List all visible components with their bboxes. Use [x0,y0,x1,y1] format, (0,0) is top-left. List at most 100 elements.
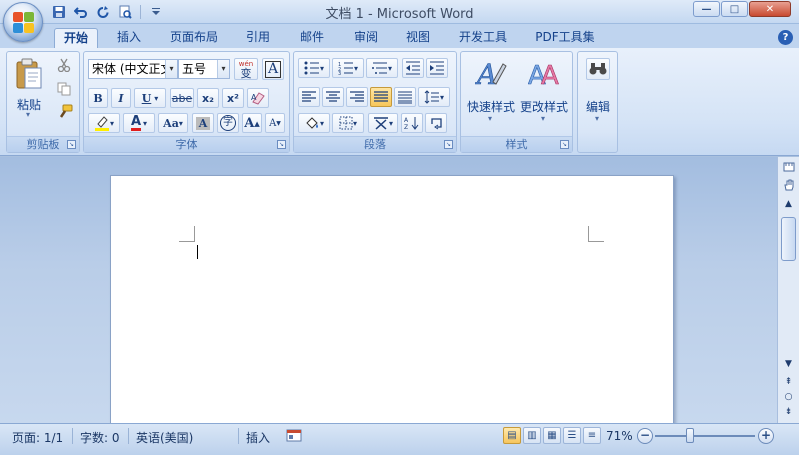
insert-mode[interactable]: 插入 [246,429,270,446]
tab-references[interactable]: 引用 [236,28,280,49]
font-name-select[interactable]: 宋体 (中文正文 ▾ [88,59,178,79]
bullets-button[interactable]: ▾ [298,58,330,78]
quick-styles-button[interactable]: A 快速样式 ▾ [465,56,517,132]
macro-record-icon[interactable] [286,428,302,446]
enclose-characters-button[interactable]: 字 [217,113,239,133]
crop-mark-top-right [588,226,604,242]
styles-dialog-launcher-icon[interactable]: ↘ [560,140,569,149]
font-color-button[interactable]: A ▾ [123,113,155,133]
language-status[interactable]: 英语(美国) [136,429,193,446]
tab-page-layout[interactable]: 页面布局 [160,28,228,49]
paragraph-dialog-launcher-icon[interactable]: ↘ [444,140,453,149]
paint-bucket-icon [306,117,318,129]
paste-icon [16,58,42,89]
editing-button[interactable]: 编辑 ▾ [580,56,616,146]
borders-button[interactable]: ▾ [332,113,364,133]
numbering-button[interactable]: 123 ▾ [332,58,364,78]
subscript-button[interactable]: x₂ [197,88,219,108]
chevron-down-icon: ▾ [319,118,324,128]
sort-button[interactable]: AZ [401,113,423,133]
shrink-font-button[interactable]: A ▼ [265,113,285,133]
scroll-down-icon[interactable]: ▼ [780,357,797,372]
cut-icon[interactable] [57,58,71,75]
zoom-slider-track[interactable] [655,435,755,437]
line-spacing-button[interactable]: ▾ [418,87,450,107]
change-case-button[interactable]: Aa ▾ [158,113,188,133]
align-left-button[interactable] [298,87,320,107]
page-count[interactable]: 页面: 1/1 [12,429,63,446]
change-styles-label: 更改样式 [519,100,568,114]
help-icon[interactable]: ? [778,30,793,45]
phonetic-guide-button[interactable]: wén 变 [234,58,258,80]
vertical-scrollbar[interactable]: ▲ ▼ ⇞ ○ ⇟ [777,157,799,423]
decrease-indent-button[interactable] [402,58,424,78]
tab-view[interactable]: 视图 [396,28,440,49]
align-center-button[interactable] [322,87,344,107]
scrollbar-thumb[interactable] [781,217,796,261]
change-styles-button[interactable]: A A 更改样式 ▾ [518,56,570,132]
text-highlight-button[interactable]: ▾ [88,113,120,133]
distributed-button[interactable] [394,87,416,107]
font-dialog-launcher-icon[interactable]: ↘ [277,140,286,149]
superscript-button[interactable]: x² [222,88,244,108]
previous-page-icon[interactable]: ⇞ [780,375,797,390]
draft-view-icon[interactable]: ≡ [583,427,601,444]
next-page-icon[interactable]: ⇟ [780,405,797,420]
close-button[interactable]: ✕ [749,1,791,17]
office-button[interactable] [3,2,43,42]
full-screen-reading-icon[interactable]: ▥ [523,427,541,444]
show-hide-marks-button[interactable] [425,113,447,133]
chinese-layout-button[interactable]: ▾ [368,113,398,133]
zoom-slider-thumb[interactable] [686,428,694,443]
increase-indent-button[interactable] [426,58,448,78]
tab-review[interactable]: 审阅 [344,28,388,49]
tab-home[interactable]: 开始 [54,28,98,49]
view-buttons: ▤ ▥ ▦ ☰ ≡ [503,427,601,444]
zoom-level[interactable]: 71% [606,429,633,443]
browse-object-icon[interactable]: ○ [780,390,797,405]
web-layout-icon[interactable]: ▦ [543,427,561,444]
print-layout-icon[interactable]: ▤ [503,427,521,444]
tab-pdf-tools[interactable]: PDF工具集 [527,28,603,49]
format-painter-icon[interactable] [57,104,73,123]
shading-button[interactable]: ▾ [298,113,330,133]
highlighter-icon [94,116,109,131]
chevron-down-icon: ▾ [109,118,114,128]
clipboard-dialog-launcher-icon[interactable]: ↘ [67,140,76,149]
hand-icon[interactable] [780,179,797,194]
binoculars-box [586,58,610,80]
ruler-toggle-icon[interactable] [780,161,797,176]
editing-group: 编辑 ▾ [577,51,618,153]
underline-button[interactable]: U ▾ [134,88,166,108]
tab-mailings[interactable]: 邮件 [290,28,334,49]
document-page[interactable] [110,175,674,435]
zoom-in-icon[interactable]: + [758,428,774,444]
paste-button[interactable]: 粘贴 ▾ [13,56,45,119]
window-title: 文档 1 - Microsoft Word [325,7,474,22]
change-styles-icon: A A [528,61,559,90]
italic-button[interactable]: I [111,88,131,108]
maximize-button[interactable]: □ [721,1,748,17]
grow-font-button[interactable]: A ▲ [242,113,262,133]
chevron-down-icon: ▾ [217,60,229,78]
strikethrough-button[interactable]: abe [170,88,194,108]
outline-view-icon[interactable]: ☰ [563,427,581,444]
office-logo-icon [13,12,35,34]
tab-developer[interactable]: 开发工具 [450,28,516,49]
character-border-button[interactable]: A [262,58,284,80]
tab-insert[interactable]: 插入 [106,28,152,49]
scroll-up-icon[interactable]: ▲ [780,197,797,212]
copy-icon[interactable] [57,82,71,99]
paragraph-mark-icon [431,118,442,130]
clear-formatting-button[interactable]: A [247,88,269,108]
word-count[interactable]: 字数: 0 [80,429,120,446]
justify-button[interactable] [370,87,392,107]
font-size-select[interactable]: 五号 ▾ [178,59,230,79]
zoom-out-icon[interactable]: − [637,428,653,444]
multilevel-list-button[interactable]: ▾ [366,58,398,78]
minimize-button[interactable]: — [693,1,720,17]
character-shading-button[interactable]: A [192,113,214,133]
bold-button[interactable]: B [88,88,108,108]
font-group: 宋体 (中文正文 ▾ 五号 ▾ wén 变 A B I U ▾ abe x₂ x… [83,51,290,153]
align-right-button[interactable] [346,87,368,107]
